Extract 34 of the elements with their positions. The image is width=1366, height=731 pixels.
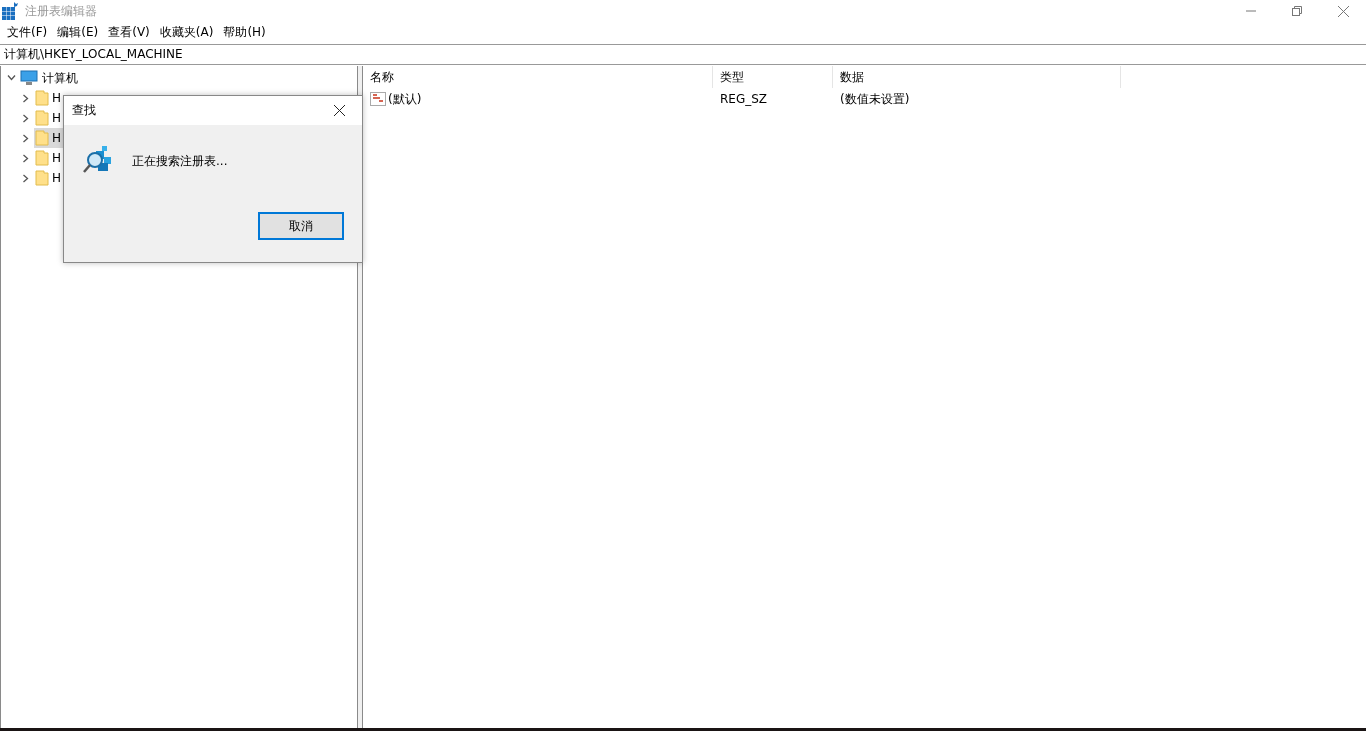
folder-icon <box>35 90 49 106</box>
restore-icon <box>1292 6 1302 16</box>
status-message: 正在搜索注册表... <box>132 152 228 170</box>
menu-item[interactable]: 帮助(H) <box>218 23 271 41</box>
table-cell-text: (数值未设置) <box>839 90 911 108</box>
folder-icon <box>35 130 49 146</box>
string-value-icon <box>370 91 386 107</box>
column-header[interactable]: 名称 <box>363 66 713 88</box>
address-field[interactable]: 计算机\HKEY_LOCAL_MACHINE <box>0 44 1366 65</box>
folder-icon <box>35 110 49 126</box>
close-icon <box>333 105 345 116</box>
folder-icon <box>35 150 49 166</box>
tree-item[interactable]: H <box>34 88 64 108</box>
cancel-button[interactable]: 取消 <box>258 212 344 240</box>
tree-item[interactable]: H <box>34 148 64 168</box>
menu-item[interactable]: 文件(F) <box>2 23 53 41</box>
folder-icon <box>35 170 49 186</box>
table-cell: (默认) <box>388 90 422 108</box>
tree-item[interactable]: H <box>34 168 64 188</box>
tree-item[interactable]: H <box>34 128 64 148</box>
registry-icon <box>2 2 19 20</box>
chevron-icon[interactable] <box>7 73 16 82</box>
menu-item[interactable]: 收藏夹(A) <box>154 23 219 41</box>
column-header[interactable]: 数据 <box>833 66 1121 88</box>
computer-icon <box>20 70 38 86</box>
table-cell-text: REG_SZ <box>719 92 769 106</box>
tree-item[interactable]: 计算机 <box>42 69 78 87</box>
dialog-title: 查找 <box>72 102 96 119</box>
column-header[interactable]: 类型 <box>713 66 833 88</box>
close-icon <box>1337 5 1349 17</box>
tree-item[interactable]: H <box>34 108 64 128</box>
window-title: 注册表编辑器 <box>25 2 97 20</box>
menu-item[interactable]: 查看(V) <box>103 23 155 41</box>
menu-item[interactable]: 编辑(E) <box>52 23 104 41</box>
